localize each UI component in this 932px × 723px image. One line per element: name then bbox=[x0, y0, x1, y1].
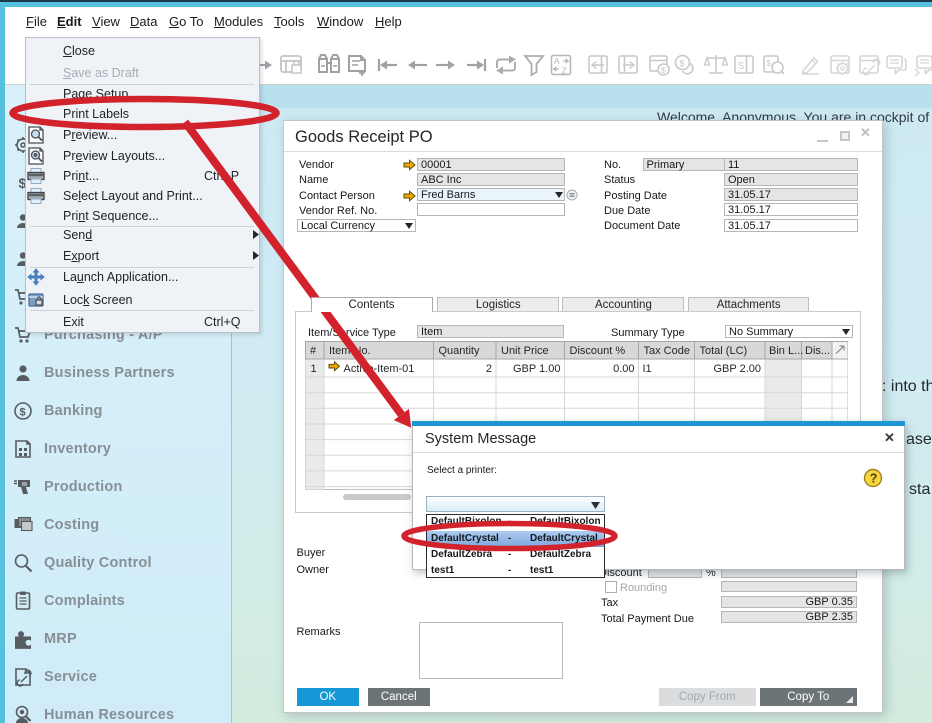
svg-text:$: $ bbox=[20, 407, 26, 419]
svg-text:Active-Item-01: Active-Item-01 bbox=[343, 363, 414, 375]
svg-text:Total (LC): Total (LC) bbox=[699, 345, 747, 357]
svg-text:Discount %: Discount % bbox=[569, 345, 625, 357]
svg-text:S: S bbox=[738, 61, 745, 72]
svg-text:Tax Code: Tax Code bbox=[643, 345, 689, 357]
svg-text:Bin L...: Bin L... bbox=[769, 345, 803, 357]
svg-text:Dis...: Dis... bbox=[805, 345, 830, 357]
svg-text:1: 1 bbox=[310, 363, 316, 375]
svg-text:I1: I1 bbox=[642, 363, 651, 375]
svg-text:Quantity: Quantity bbox=[438, 345, 479, 357]
svg-text:#: # bbox=[310, 345, 317, 357]
svg-text:A: A bbox=[554, 56, 560, 66]
svg-text:$: $ bbox=[767, 59, 772, 68]
svg-text:GBP 2.00: GBP 2.00 bbox=[713, 363, 761, 375]
svg-text:$: $ bbox=[661, 65, 666, 75]
svg-text:Item No.: Item No. bbox=[329, 345, 371, 357]
svg-text:?: ? bbox=[870, 472, 878, 486]
svg-text:Z: Z bbox=[562, 66, 567, 76]
svg-text:GBP 1.00: GBP 1.00 bbox=[513, 363, 561, 375]
svg-text:Unit Price: Unit Price bbox=[501, 345, 549, 357]
svg-text:2: 2 bbox=[485, 363, 491, 375]
svg-text:$: $ bbox=[680, 59, 685, 69]
svg-text:0.00: 0.00 bbox=[613, 363, 634, 375]
